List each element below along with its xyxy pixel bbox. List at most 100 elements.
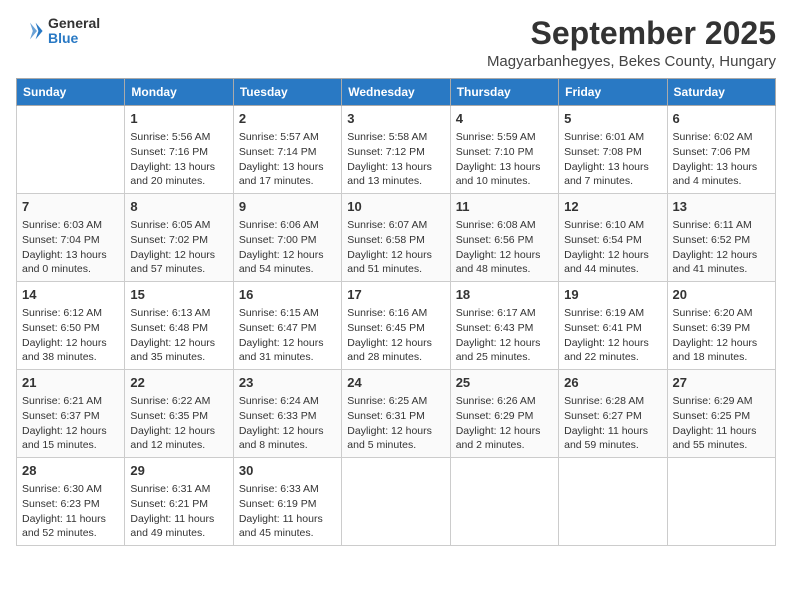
day-info: Sunrise: 6:22 AM Sunset: 6:35 PM Dayligh… <box>130 394 227 453</box>
week-row-1: 1Sunrise: 5:56 AM Sunset: 7:16 PM Daylig… <box>17 106 776 194</box>
day-info: Sunrise: 6:01 AM Sunset: 7:08 PM Dayligh… <box>564 130 661 189</box>
header-friday: Friday <box>559 79 667 106</box>
calendar-cell: 16 Sunrise: 6:15 AM Sunset: 6:47 PM Dayli… <box>233 282 341 370</box>
day-number: 29 <box>130 462 227 480</box>
calendar-cell: 1Sunrise: 5:56 AM Sunset: 7:16 PM Daylig… <box>125 106 233 194</box>
day-info: Sunrise: 6:15 AM Sunset: 6:47 PM Dayligh… <box>239 306 336 365</box>
day-info: Sunrise: 6:11 AM Sunset: 6:52 PM Dayligh… <box>673 218 770 277</box>
day-info: Sunrise: 6:20 AM Sunset: 6:39 PM Dayligh… <box>673 306 770 365</box>
day-info: Sunrise: 6:08 AM Sunset: 6:56 PM Dayligh… <box>456 218 553 277</box>
week-row-5: 28Sunrise: 6:30 AM Sunset: 6:23 PM Dayli… <box>17 457 776 545</box>
day-number: 10 <box>347 198 444 216</box>
calendar-cell <box>667 457 775 545</box>
day-info: Sunrise: 5:57 AM Sunset: 7:14 PM Dayligh… <box>239 130 336 189</box>
calendar-cell: 5 Sunrise: 6:01 AM Sunset: 7:08 PM Daylig… <box>559 106 667 194</box>
day-number: 21 <box>22 374 119 392</box>
calendar-cell: 17 Sunrise: 6:16 AM Sunset: 6:45 PM Dayli… <box>342 282 450 370</box>
calendar-cell: 23 Sunrise: 6:24 AM Sunset: 6:33 PM Dayli… <box>233 370 341 458</box>
calendar-cell: 12 Sunrise: 6:10 AM Sunset: 6:54 PM Dayli… <box>559 194 667 282</box>
day-number: 23 <box>239 374 336 392</box>
day-number: 26 <box>564 374 661 392</box>
week-row-3: 14 Sunrise: 6:12 AM Sunset: 6:50 PM Dayli… <box>17 282 776 370</box>
calendar-cell: 2 Sunrise: 5:57 AM Sunset: 7:14 PM Daylig… <box>233 106 341 194</box>
calendar-cell: 4 Sunrise: 5:59 AM Sunset: 7:10 PM Daylig… <box>450 106 558 194</box>
day-info: Sunrise: 6:31 AM Sunset: 6:21 PM Dayligh… <box>130 482 227 541</box>
logo-blue: Blue <box>48 31 100 46</box>
calendar-cell: 8Sunrise: 6:05 AM Sunset: 7:02 PM Daylig… <box>125 194 233 282</box>
day-number: 13 <box>673 198 770 216</box>
day-info: Sunrise: 5:59 AM Sunset: 7:10 PM Dayligh… <box>456 130 553 189</box>
calendar-cell: 13 Sunrise: 6:11 AM Sunset: 6:52 PM Dayli… <box>667 194 775 282</box>
day-info: Sunrise: 6:30 AM Sunset: 6:23 PM Dayligh… <box>22 482 119 541</box>
calendar-cell: 30 Sunrise: 6:33 AM Sunset: 6:19 PM Dayli… <box>233 457 341 545</box>
day-number: 7 <box>22 198 119 216</box>
day-info: Sunrise: 6:16 AM Sunset: 6:45 PM Dayligh… <box>347 306 444 365</box>
week-row-4: 21 Sunrise: 6:21 AM Sunset: 6:37 PM Dayli… <box>17 370 776 458</box>
day-info: Sunrise: 6:33 AM Sunset: 6:19 PM Dayligh… <box>239 482 336 541</box>
day-number: 30 <box>239 462 336 480</box>
day-info: Sunrise: 6:24 AM Sunset: 6:33 PM Dayligh… <box>239 394 336 453</box>
day-info: Sunrise: 6:21 AM Sunset: 6:37 PM Dayligh… <box>22 394 119 453</box>
week-row-2: 7 Sunrise: 6:03 AM Sunset: 7:04 PM Daylig… <box>17 194 776 282</box>
calendar-cell: 22 Sunrise: 6:22 AM Sunset: 6:35 PM Dayli… <box>125 370 233 458</box>
calendar-cell: 18Sunrise: 6:17 AM Sunset: 6:43 PM Dayli… <box>450 282 558 370</box>
day-number: 27 <box>673 374 770 392</box>
day-number: 16 <box>239 286 336 304</box>
calendar-cell: 14 Sunrise: 6:12 AM Sunset: 6:50 PM Dayli… <box>17 282 125 370</box>
calendar-cell <box>17 106 125 194</box>
calendar-cell: 25 Sunrise: 6:26 AM Sunset: 6:29 PM Dayli… <box>450 370 558 458</box>
header-sunday: Sunday <box>17 79 125 106</box>
calendar-table: SundayMondayTuesdayWednesdayThursdayFrid… <box>16 78 776 546</box>
day-number: 11 <box>456 198 553 216</box>
day-info: Sunrise: 6:13 AM Sunset: 6:48 PM Dayligh… <box>130 306 227 365</box>
calendar-cell: 7 Sunrise: 6:03 AM Sunset: 7:04 PM Daylig… <box>17 194 125 282</box>
calendar-cell: 6Sunrise: 6:02 AM Sunset: 7:06 PM Daylig… <box>667 106 775 194</box>
day-number: 20 <box>673 286 770 304</box>
day-number: 18 <box>456 286 553 304</box>
day-number: 22 <box>130 374 227 392</box>
logo-text: General Blue <box>48 16 100 47</box>
calendar-cell: 15 Sunrise: 6:13 AM Sunset: 6:48 PM Dayli… <box>125 282 233 370</box>
day-number: 2 <box>239 110 336 128</box>
calendar-cell <box>450 457 558 545</box>
day-info: Sunrise: 6:26 AM Sunset: 6:29 PM Dayligh… <box>456 394 553 453</box>
page-header: General Blue September 2025 Magyarbanheg… <box>16 16 776 70</box>
day-number: 14 <box>22 286 119 304</box>
calendar-cell <box>559 457 667 545</box>
header-monday: Monday <box>125 79 233 106</box>
day-number: 8 <box>130 198 227 216</box>
header-saturday: Saturday <box>667 79 775 106</box>
day-info: Sunrise: 6:12 AM Sunset: 6:50 PM Dayligh… <box>22 306 119 365</box>
logo: General Blue <box>16 16 100 47</box>
day-info: Sunrise: 5:56 AM Sunset: 7:16 PM Dayligh… <box>130 130 227 189</box>
day-number: 17 <box>347 286 444 304</box>
location-title: Magyarbanhegyes, Bekes County, Hungary <box>487 53 776 70</box>
calendar-cell: 29 Sunrise: 6:31 AM Sunset: 6:21 PM Dayli… <box>125 457 233 545</box>
day-number: 6 <box>673 110 770 128</box>
header-thursday: Thursday <box>450 79 558 106</box>
month-title: September 2025 <box>487 16 776 51</box>
day-info: Sunrise: 6:29 AM Sunset: 6:25 PM Dayligh… <box>673 394 770 453</box>
day-number: 4 <box>456 110 553 128</box>
day-number: 24 <box>347 374 444 392</box>
day-info: Sunrise: 6:03 AM Sunset: 7:04 PM Dayligh… <box>22 218 119 277</box>
day-info: Sunrise: 6:25 AM Sunset: 6:31 PM Dayligh… <box>347 394 444 453</box>
day-info: Sunrise: 6:06 AM Sunset: 7:00 PM Dayligh… <box>239 218 336 277</box>
day-number: 25 <box>456 374 553 392</box>
calendar-cell: 11 Sunrise: 6:08 AM Sunset: 6:56 PM Dayli… <box>450 194 558 282</box>
calendar-cell: 10 Sunrise: 6:07 AM Sunset: 6:58 PM Dayli… <box>342 194 450 282</box>
day-info: Sunrise: 6:07 AM Sunset: 6:58 PM Dayligh… <box>347 218 444 277</box>
day-number: 12 <box>564 198 661 216</box>
calendar-cell: 27 Sunrise: 6:29 AM Sunset: 6:25 PM Dayli… <box>667 370 775 458</box>
calendar-cell: 19Sunrise: 6:19 AM Sunset: 6:41 PM Dayli… <box>559 282 667 370</box>
day-info: Sunrise: 6:10 AM Sunset: 6:54 PM Dayligh… <box>564 218 661 277</box>
calendar-cell: 9 Sunrise: 6:06 AM Sunset: 7:00 PM Daylig… <box>233 194 341 282</box>
logo-icon <box>16 17 44 45</box>
day-number: 9 <box>239 198 336 216</box>
day-number: 15 <box>130 286 227 304</box>
header-tuesday: Tuesday <box>233 79 341 106</box>
day-number: 5 <box>564 110 661 128</box>
day-info: Sunrise: 5:58 AM Sunset: 7:12 PM Dayligh… <box>347 130 444 189</box>
calendar-cell: 28Sunrise: 6:30 AM Sunset: 6:23 PM Dayli… <box>17 457 125 545</box>
day-number: 3 <box>347 110 444 128</box>
